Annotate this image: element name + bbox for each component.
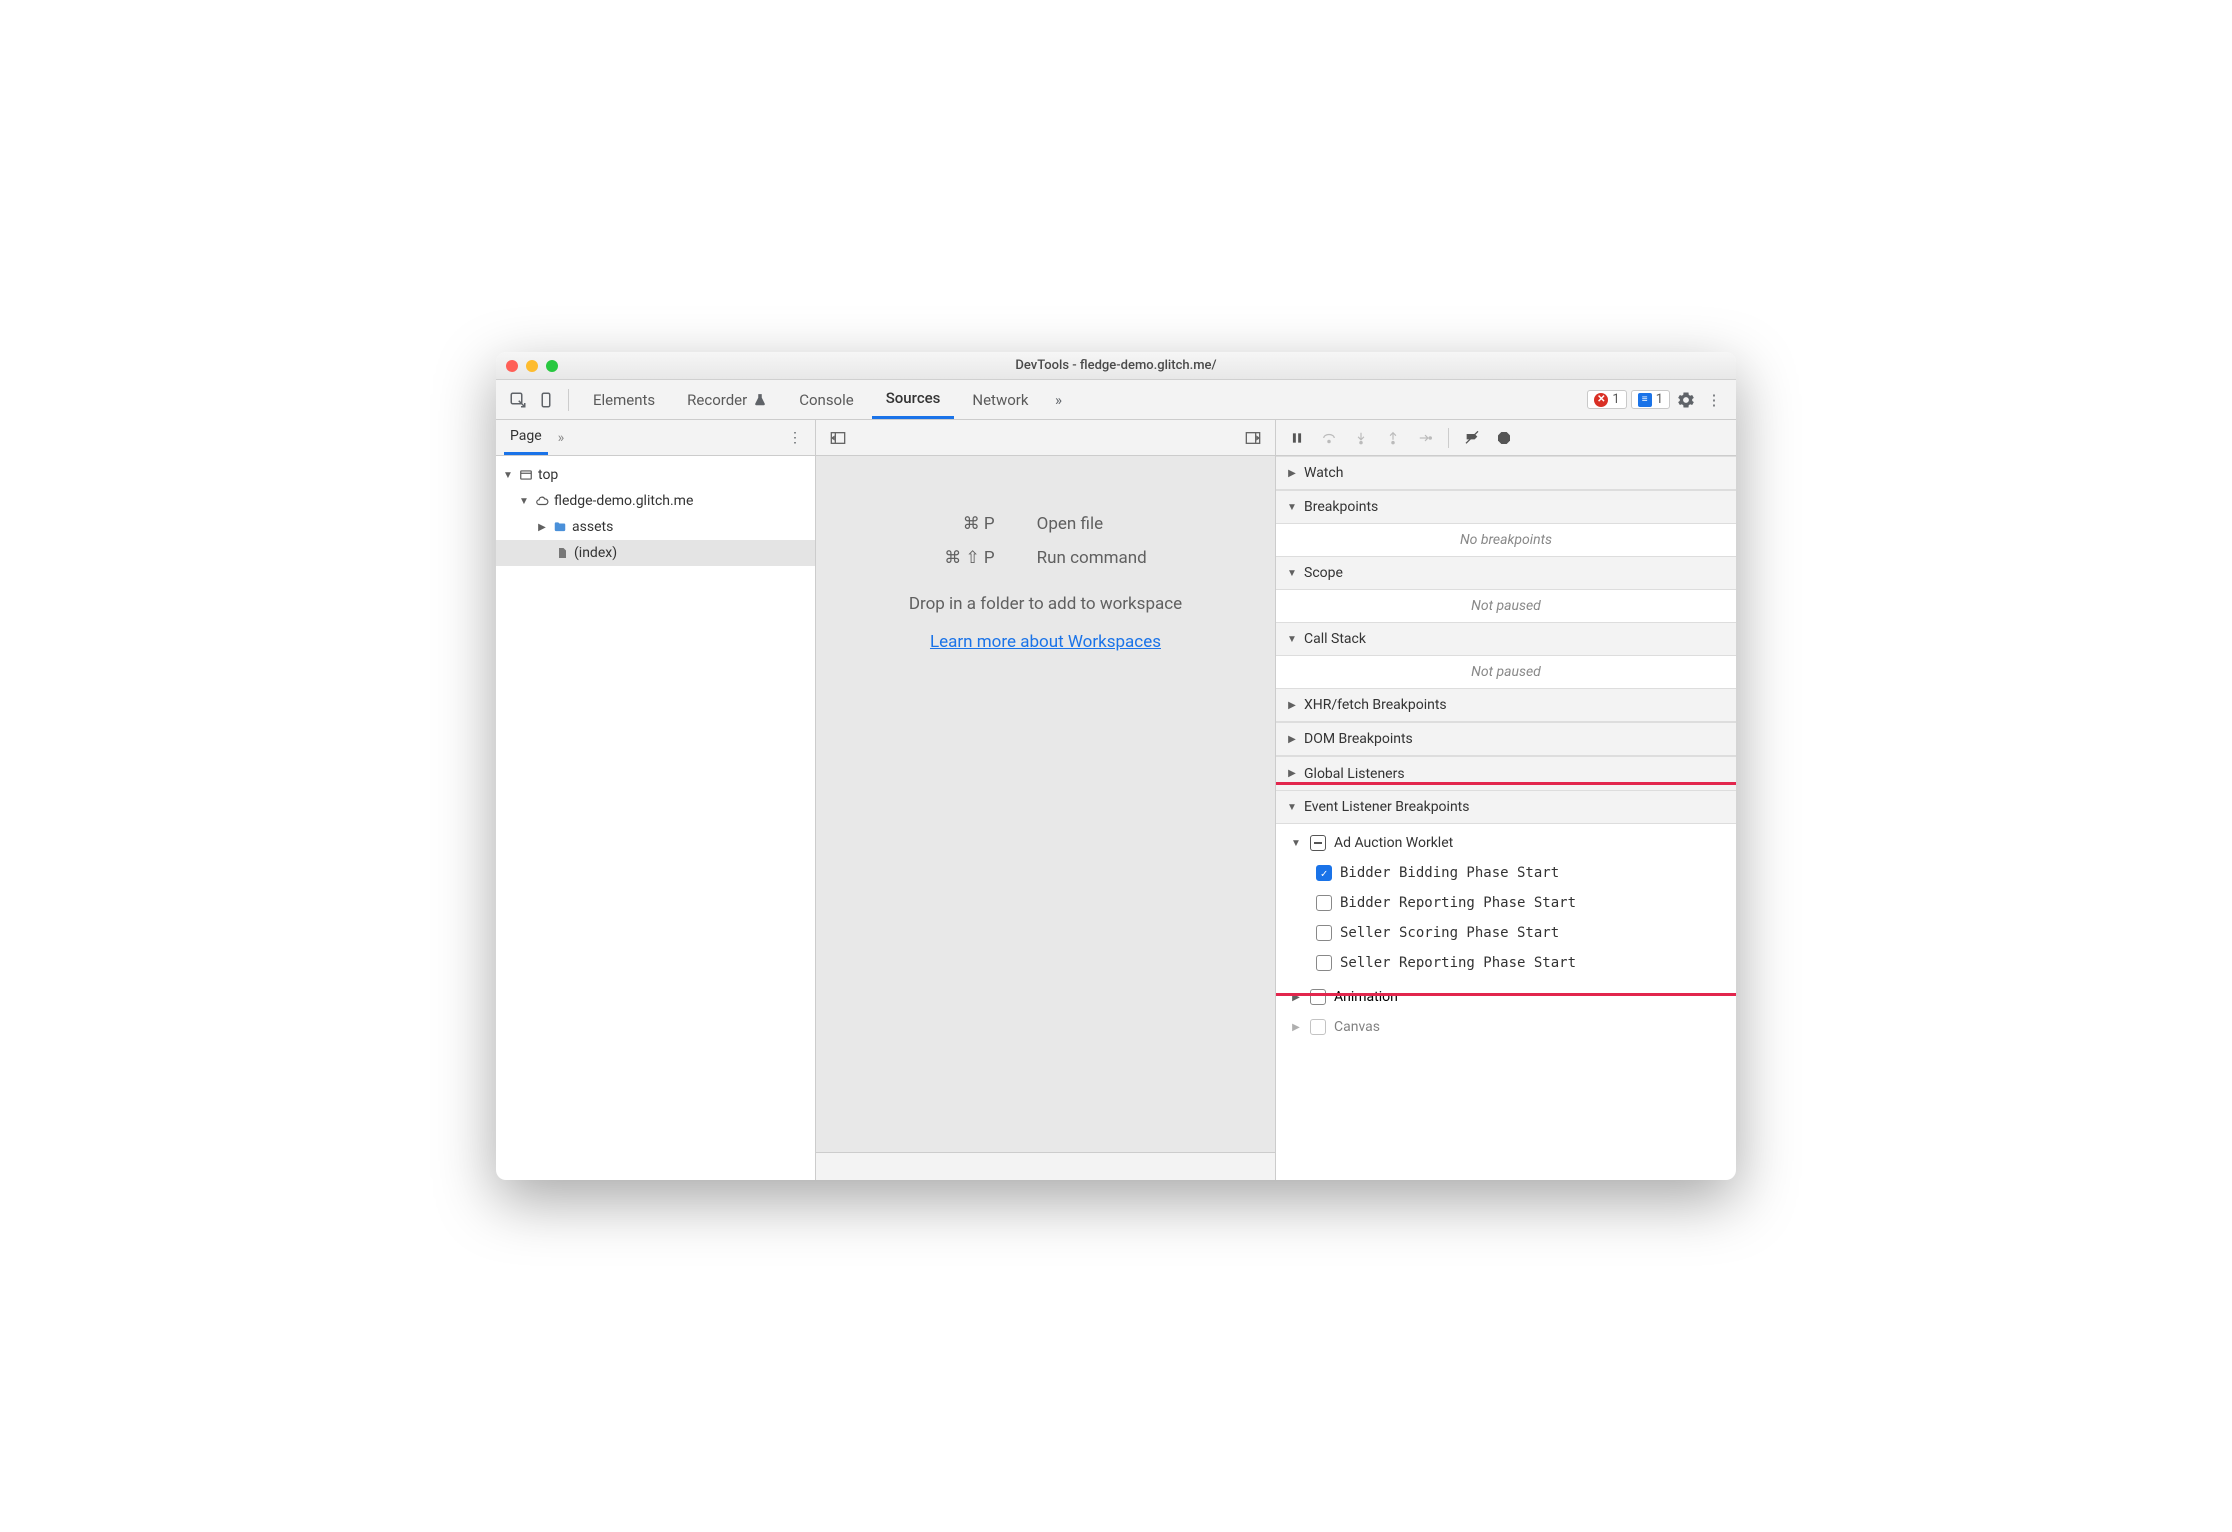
elb-item-bidder-reporting[interactable]: Bidder Reporting Phase Start [1276,888,1736,918]
step-over-icon[interactable] [1314,423,1344,453]
breakpoints-empty: No breakpoints [1276,524,1736,556]
tab-elements[interactable]: Elements [579,380,669,419]
elb-category-animation[interactable]: Animation [1276,982,1736,1012]
step-into-icon[interactable] [1346,423,1376,453]
tree-top-frame[interactable]: top [496,462,815,488]
call-stack-not-paused: Not paused [1276,656,1736,688]
workspace-learn-link[interactable]: Learn more about Workspaces [930,632,1161,652]
inspect-icon[interactable] [506,388,530,412]
messages-badge[interactable]: ≡ 1 [1631,390,1670,409]
file-icon [554,545,570,561]
open-file-shortcut: ⌘ P [924,508,1014,540]
pane-breakpoints[interactable]: Breakpoints [1276,490,1736,524]
flask-icon [753,393,767,407]
checkbox-bidder-reporting[interactable] [1316,895,1332,911]
tab-recorder[interactable]: Recorder [673,380,781,419]
devtools-window: DevTools - fledge-demo.glitch.me/ Elemen… [496,352,1736,1180]
open-file-label: Open file [1017,508,1167,540]
pane-event-listener-breakpoints[interactable]: Event Listener Breakpoints [1276,790,1736,824]
top-toolbar: Elements Recorder Console Sources Networ… [496,380,1736,420]
file-tree: top fledge-demo.glitch.me assets (index) [496,456,815,572]
navigator-panel: Page » ⋮ top fledge-demo.glitch.me [496,420,816,1180]
elb-category-ad-auction[interactable]: Ad Auction Worklet [1276,828,1736,858]
elb-item-seller-reporting[interactable]: Seller Reporting Phase Start [1276,948,1736,978]
run-command-shortcut: ⌘ ⇧ P [924,542,1014,574]
kebab-menu-icon[interactable]: ⋮ [1702,388,1726,412]
navigator-more-tabs-icon[interactable]: » [558,430,565,446]
pane-xhr-breakpoints[interactable]: XHR/fetch Breakpoints [1276,688,1736,722]
deactivate-breakpoints-icon[interactable] [1457,423,1487,453]
scope-not-paused: Not paused [1276,590,1736,622]
pause-on-exceptions-icon[interactable] [1489,423,1519,453]
toggle-navigator-icon[interactable] [826,426,850,450]
elb-content: Ad Auction Worklet ✓ Bidder Bidding Phas… [1276,824,1736,982]
editor-panel: ⌘ P Open file ⌘ ⇧ P Run command Drop in … [816,420,1276,1180]
elb-item-bidder-bidding[interactable]: ✓ Bidder Bidding Phase Start [1276,858,1736,888]
navigator-tabs: Page » ⋮ [496,420,815,456]
tab-network[interactable]: Network [958,380,1042,419]
debugger-toolbar [1276,420,1736,456]
folder-icon [552,519,568,535]
tree-folder-assets[interactable]: assets [496,514,815,540]
run-command-label: Run command [1017,542,1167,574]
tab-sources[interactable]: Sources [872,380,955,419]
error-icon: ✕ [1594,393,1608,407]
editor-toolbar [816,420,1275,456]
window-icon [518,467,534,483]
device-toolbar-icon[interactable] [534,388,558,412]
navigator-kebab-icon[interactable]: ⋮ [783,426,807,450]
main-area: Page » ⋮ top fledge-demo.glitch.me [496,420,1736,1180]
pause-icon[interactable] [1282,423,1312,453]
window-title: DevTools - fledge-demo.glitch.me/ [496,358,1736,373]
more-tabs-icon[interactable]: » [1046,388,1070,412]
toggle-debugger-icon[interactable] [1241,426,1265,450]
editor-statusbar [816,1152,1275,1180]
tree-file-index[interactable]: (index) [496,540,815,566]
pane-global-listeners[interactable]: Global Listeners [1276,756,1736,790]
elb-item-seller-scoring[interactable]: Seller Scoring Phase Start [1276,918,1736,948]
pane-scope[interactable]: Scope [1276,556,1736,590]
settings-icon[interactable] [1674,388,1698,412]
pane-watch[interactable]: Watch [1276,456,1736,490]
checkbox-seller-scoring[interactable] [1316,925,1332,941]
checkbox-animation[interactable] [1310,989,1326,1005]
tab-console[interactable]: Console [785,380,868,419]
pane-call-stack[interactable]: Call Stack [1276,622,1736,656]
checkbox-canvas[interactable] [1310,1019,1326,1035]
titlebar: DevTools - fledge-demo.glitch.me/ [496,352,1736,380]
checkbox-ad-auction[interactable] [1310,835,1326,851]
checkbox-bidder-bidding[interactable]: ✓ [1316,865,1332,881]
message-icon: ≡ [1638,393,1652,407]
tree-origin[interactable]: fledge-demo.glitch.me [496,488,815,514]
cloud-icon [534,493,550,509]
pane-dom-breakpoints[interactable]: DOM Breakpoints [1276,722,1736,756]
navigator-tab-page[interactable]: Page [504,420,548,455]
step-icon[interactable] [1410,423,1440,453]
checkbox-seller-reporting[interactable] [1316,955,1332,971]
editor-empty-state: ⌘ P Open file ⌘ ⇧ P Run command Drop in … [816,456,1275,1152]
elb-category-canvas[interactable]: Canvas [1276,1012,1736,1042]
workspace-drop-hint: Drop in a folder to add to workspace [909,594,1182,614]
errors-badge[interactable]: ✕ 1 [1587,390,1626,409]
debugger-panel: Watch Breakpoints No breakpoints Scope N… [1276,420,1736,1180]
step-out-icon[interactable] [1378,423,1408,453]
